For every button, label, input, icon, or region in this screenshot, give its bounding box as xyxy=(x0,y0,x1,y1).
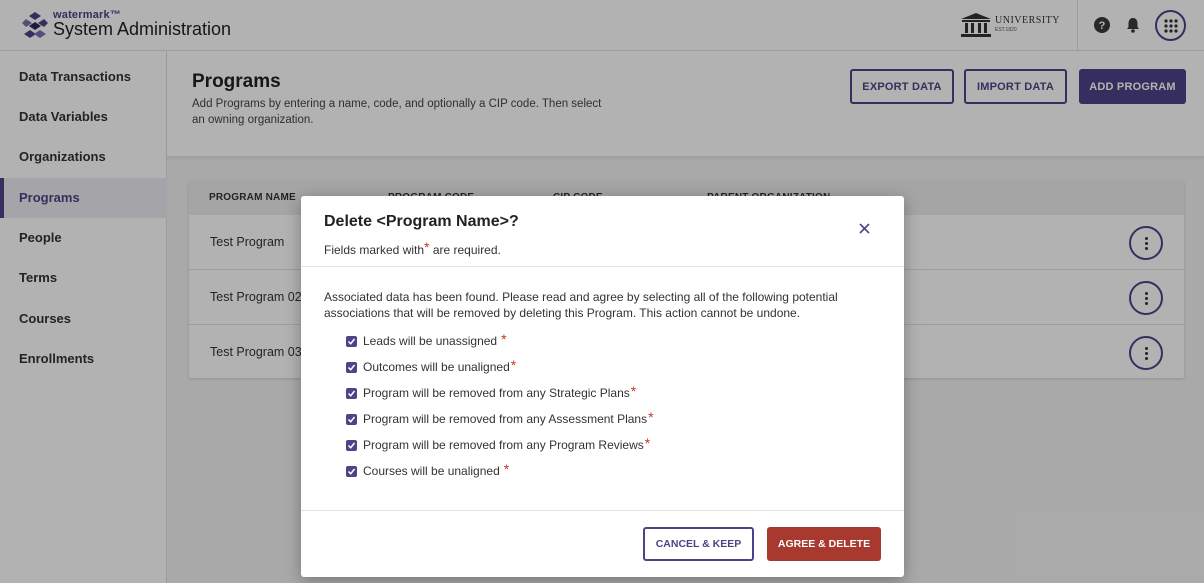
checkbox-label: Program will be removed from any Assessm… xyxy=(363,412,648,426)
checkbox-checked-icon[interactable] xyxy=(346,387,357,399)
required-asterisk: * xyxy=(424,239,430,255)
dialog-header-divider xyxy=(301,266,904,267)
checkbox-leads-unassigned[interactable]: Leads will be unassigned * xyxy=(346,331,507,349)
checkbox-outcomes-unaligned[interactable]: Outcomes will be unaligned * xyxy=(346,357,517,375)
checkbox-label: Leads will be unassigned xyxy=(363,334,498,348)
checkbox-checked-icon[interactable] xyxy=(346,465,357,477)
cancel-keep-button[interactable]: CANCEL & KEEP xyxy=(643,527,754,561)
checkbox-checked-icon[interactable] xyxy=(346,335,357,347)
checkbox-strategic-plans[interactable]: Program will be removed from any Strateg… xyxy=(346,383,637,401)
checkbox-label: Program will be removed from any Strateg… xyxy=(363,386,630,400)
required-asterisk: * xyxy=(501,331,507,347)
required-note-suffix: are required. xyxy=(432,243,501,257)
checkbox-checked-icon[interactable] xyxy=(346,361,357,373)
close-icon xyxy=(858,223,870,234)
delete-program-dialog: Delete <Program Name>? Fields marked wit… xyxy=(301,196,904,577)
checkbox-checked-icon[interactable] xyxy=(346,439,357,451)
close-button[interactable] xyxy=(854,219,874,239)
required-asterisk: * xyxy=(503,461,510,477)
required-note-prefix: Fields marked with xyxy=(324,243,425,257)
required-fields-note: Fields marked with* are required. xyxy=(324,239,501,257)
checkbox-courses-unaligned[interactable]: Courses will be unaligned * xyxy=(346,461,510,479)
required-asterisk: * xyxy=(510,357,517,373)
dialog-footer-divider xyxy=(301,510,904,511)
required-asterisk: * xyxy=(630,383,637,399)
checkbox-label: Program will be removed from any Program… xyxy=(363,438,644,452)
checkbox-label: Courses will be unaligned xyxy=(363,464,500,478)
dialog-message: Associated data has been found. Please r… xyxy=(324,290,838,320)
agree-delete-button[interactable]: AGREE & DELETE xyxy=(767,527,881,561)
required-asterisk: * xyxy=(648,409,654,425)
required-asterisk: * xyxy=(644,435,651,451)
checkbox-checked-icon[interactable] xyxy=(346,413,357,425)
checkbox-program-reviews[interactable]: Program will be removed from any Program… xyxy=(346,435,651,453)
checkbox-assessment-plans[interactable]: Program will be removed from any Assessm… xyxy=(346,409,654,427)
checkbox-label: Outcomes will be unaligned xyxy=(363,360,510,374)
dialog-title: Delete <Program Name>? xyxy=(324,213,519,230)
